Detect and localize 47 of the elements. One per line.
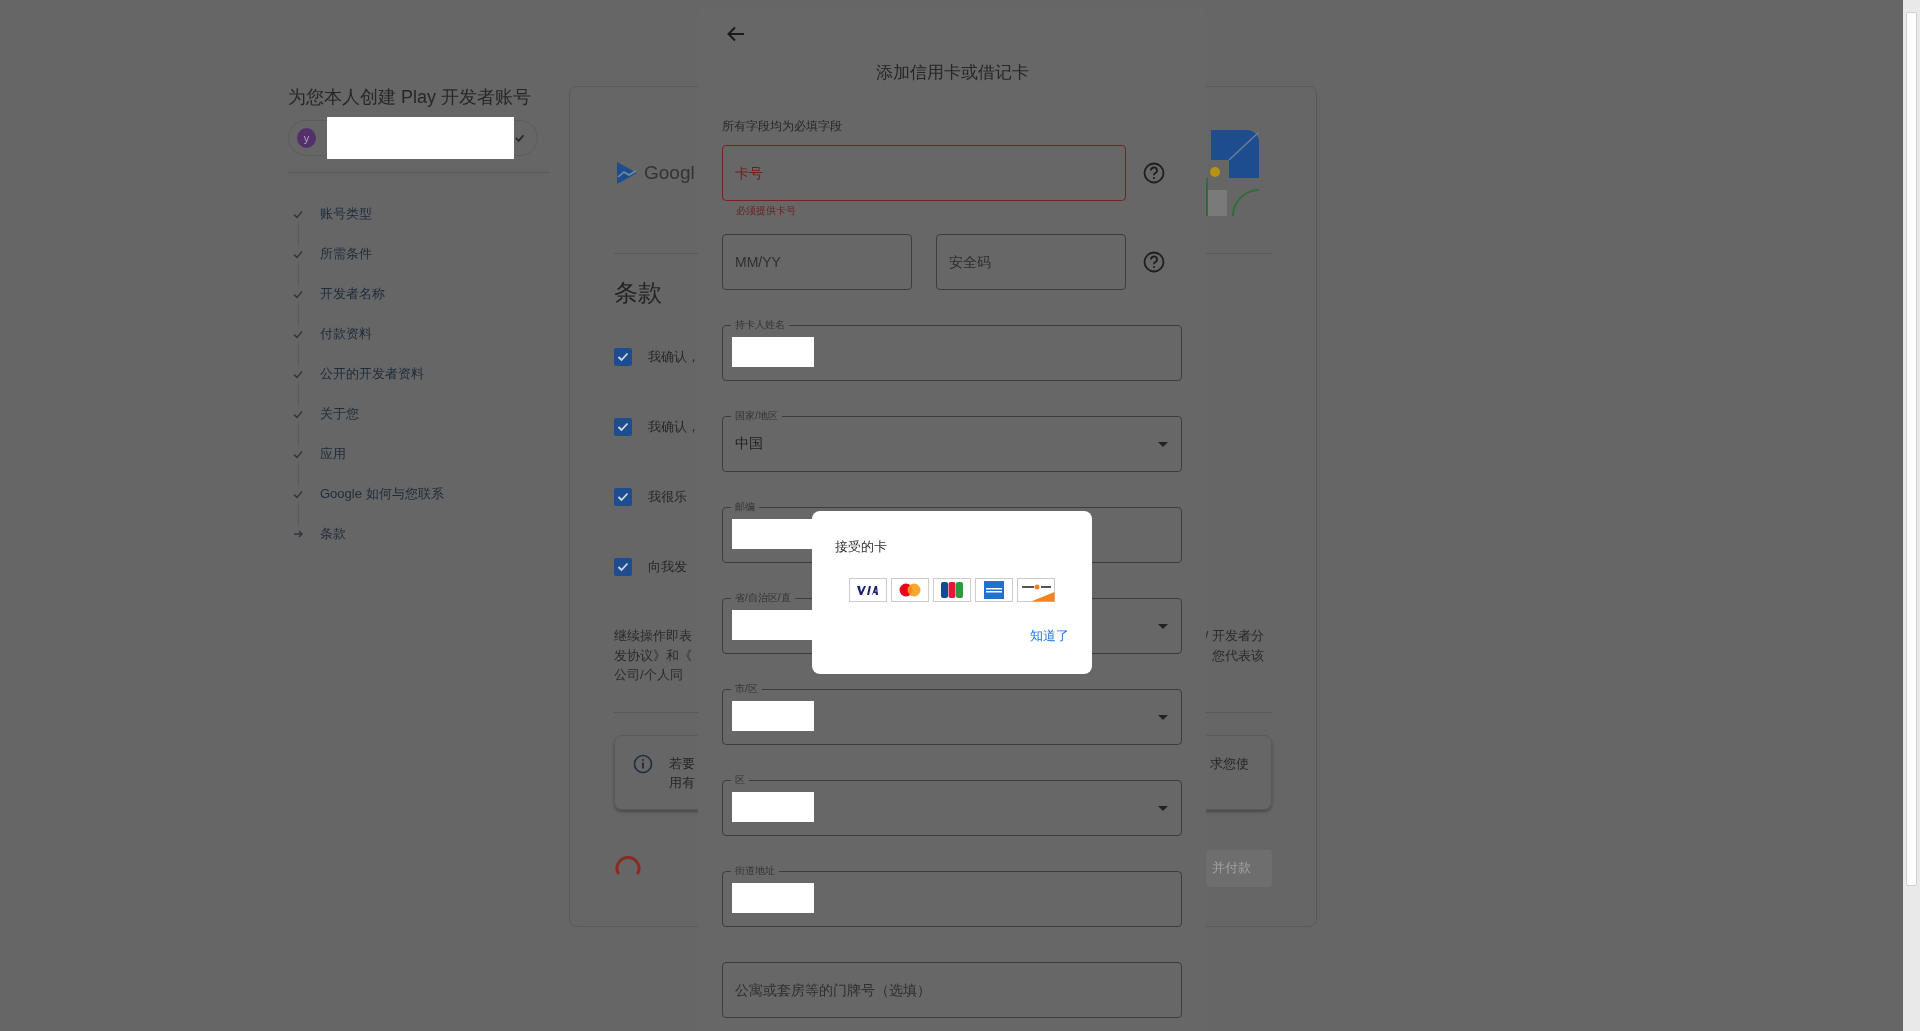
checkbox[interactable]	[614, 558, 632, 576]
checkmark-icon	[616, 560, 630, 574]
info-text: 若要	[669, 754, 695, 773]
info-text: 求您使	[1210, 754, 1249, 773]
got-it-link[interactable]: 知道了	[1030, 627, 1069, 645]
error-message: 必须提供卡号	[736, 205, 797, 217]
step-link[interactable]: 开发者名称	[320, 285, 385, 303]
checkmark-icon	[616, 350, 630, 364]
help-icon[interactable]	[1143, 251, 1165, 273]
step-link[interactable]: 账号类型	[320, 205, 372, 223]
checkbox[interactable]	[614, 488, 632, 506]
text-field[interactable]: MM/YY	[722, 234, 912, 290]
checkbox-label: 我确认，	[648, 418, 700, 436]
caret-icon	[513, 132, 525, 144]
step-link[interactable]: 公开的开发者资料	[320, 365, 424, 383]
info-icon	[633, 753, 653, 774]
checkbox-label: 向我发	[648, 558, 687, 576]
info-text: 用有	[669, 773, 695, 792]
payment-card-icon	[975, 578, 1013, 602]
step-link[interactable]: 付款资料	[320, 325, 372, 343]
step-link[interactable]: 应用	[320, 445, 346, 463]
checkbox-label: 我确认，	[648, 348, 700, 366]
dialog-title: 添加信用卡或借记卡	[874, 62, 1030, 84]
step-link[interactable]: 条款	[320, 525, 346, 543]
avatar: y	[297, 128, 317, 148]
checkbox[interactable]	[614, 418, 632, 436]
hint-text: 所有字段均为必填字段	[722, 118, 843, 134]
text-field[interactable]: 卡号	[722, 145, 1126, 201]
step-link[interactable]: 关于您	[320, 405, 359, 423]
scrollbar[interactable]	[1903, 0, 1920, 1031]
step-link[interactable]: Google 如何与您联系	[320, 485, 444, 503]
checkmark-icon	[616, 420, 630, 434]
payment-card-icon	[849, 578, 887, 602]
popup-title: 接受的卡	[835, 538, 888, 556]
page-title: 为您本人创建 Play 开发者账号	[288, 86, 533, 108]
notice-text: 您代表该	[1212, 646, 1264, 665]
notice-text: 发协议》和《	[614, 646, 692, 665]
back-arrow-icon[interactable]	[726, 24, 746, 44]
checkmark-icon	[616, 490, 630, 504]
checkbox-label: 我很乐	[648, 488, 687, 506]
checkbox[interactable]	[614, 348, 632, 366]
section-heading: 条款	[614, 278, 663, 308]
step-link[interactable]: 所需条件	[320, 245, 372, 263]
payment-card-icon	[891, 578, 929, 602]
help-icon[interactable]	[1143, 162, 1165, 184]
payment-card-icon	[1017, 578, 1055, 602]
payment-card-icon	[933, 578, 971, 602]
